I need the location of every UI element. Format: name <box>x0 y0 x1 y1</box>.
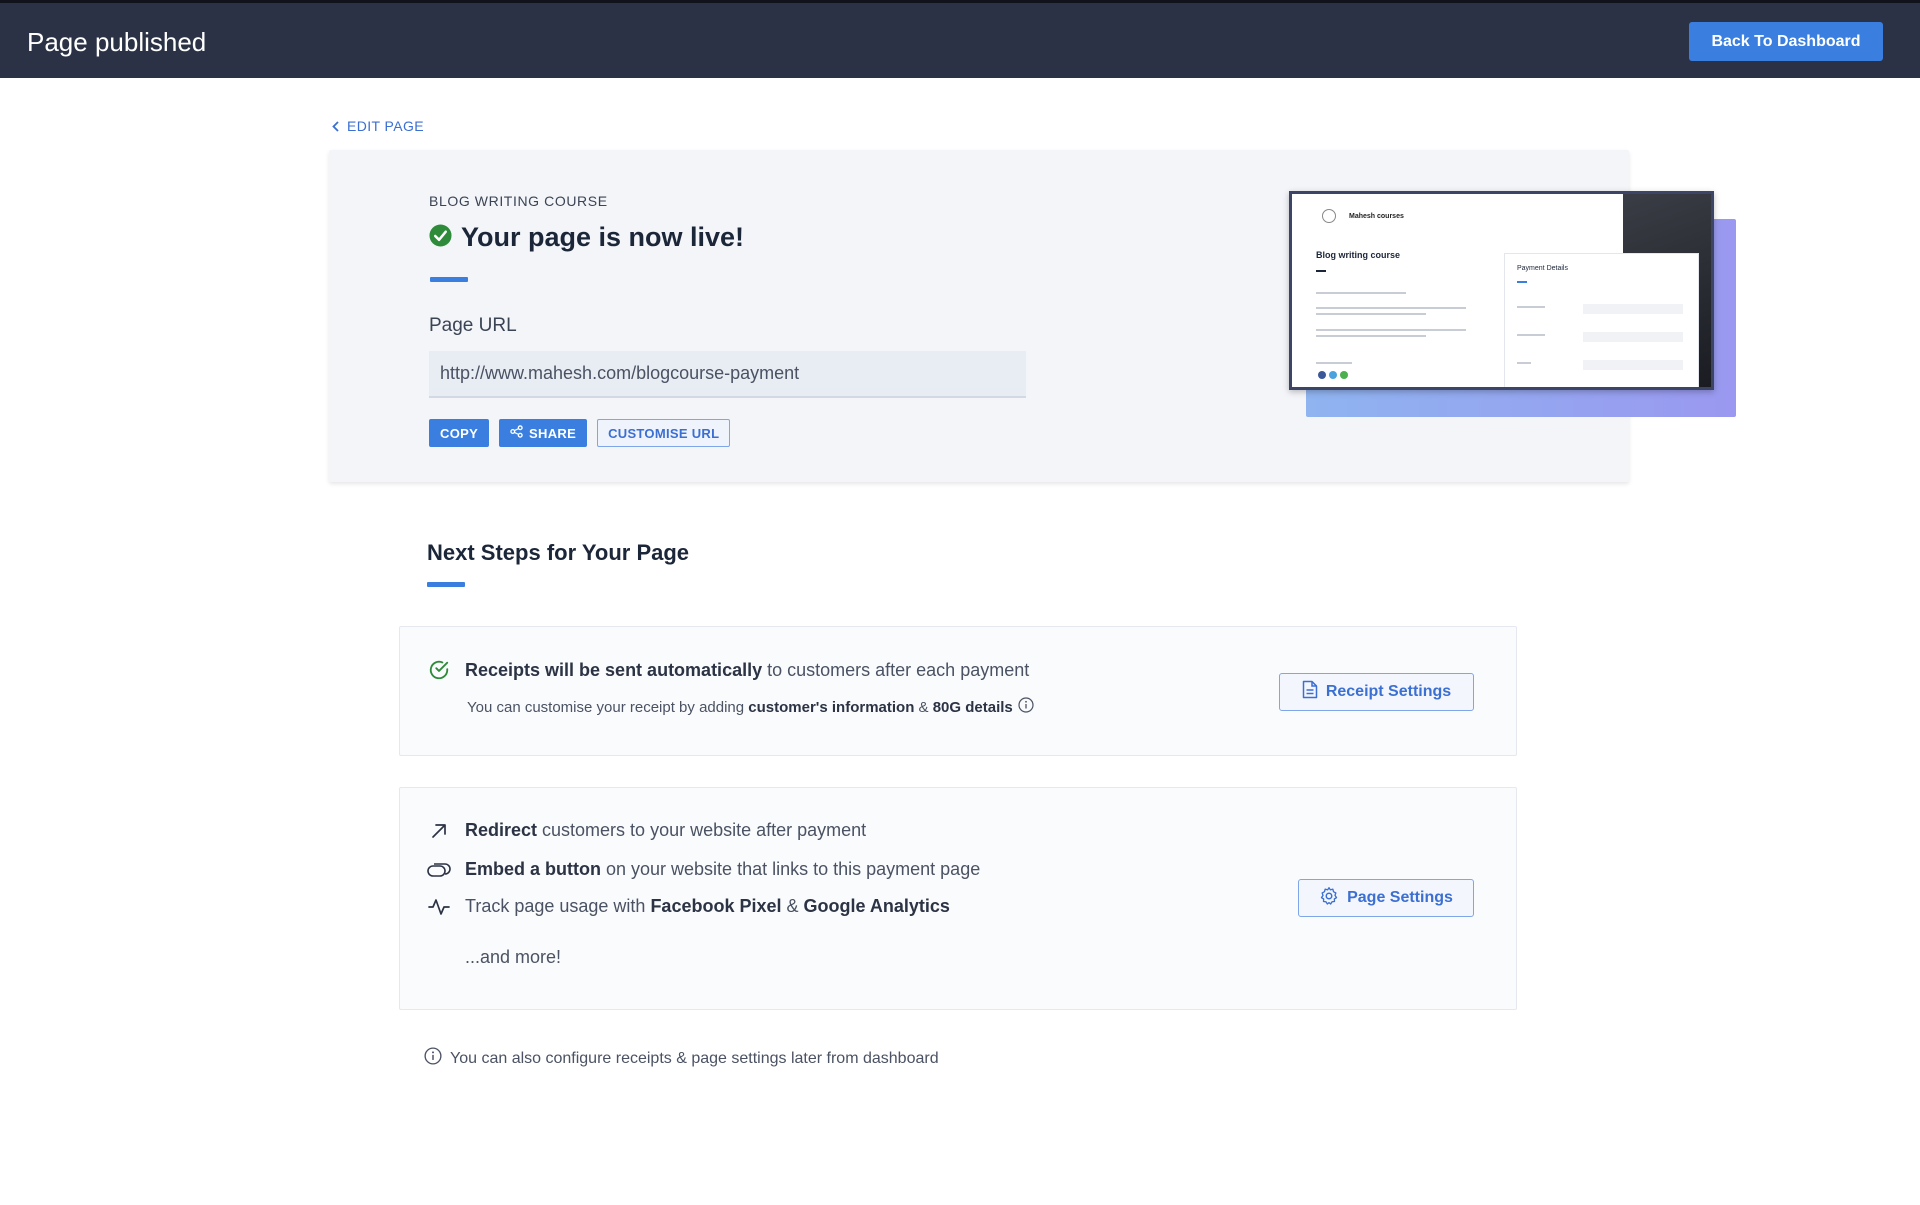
receipts-text: Receipts will be sent automatically to c… <box>465 659 1030 680</box>
embed-text: Embed a button on your website that link… <box>465 859 981 879</box>
info-icon <box>424 1047 442 1070</box>
activity-icon <box>427 898 451 916</box>
facebook-icon <box>1318 371 1326 379</box>
top-bar: Page published Back To Dashboard <box>0 0 1920 78</box>
receipt-settings-label: Receipt Settings <box>1325 683 1452 700</box>
page-url-field[interactable] <box>429 351 1026 398</box>
chevron-left-icon <box>332 120 339 132</box>
preview-share-icons <box>1318 371 1348 379</box>
preview-text-line <box>1316 313 1426 315</box>
preview-field <box>1583 332 1683 342</box>
preview-field-label <box>1517 362 1531 364</box>
next-steps-accent-bar <box>427 582 465 587</box>
document-icon <box>1302 680 1318 704</box>
preview-field-label <box>1517 306 1545 308</box>
whatsapp-icon <box>1340 371 1348 379</box>
preview-field-label <box>1517 334 1545 336</box>
receipts-row: Receipts will be sent automatically to c… <box>427 659 1029 681</box>
track-row: Track page usage with Facebook Pixel & G… <box>427 896 950 917</box>
and-more-text: ...and more! <box>465 947 562 967</box>
twitter-icon <box>1329 371 1337 379</box>
receipt-settings-button[interactable]: Receipt Settings <box>1279 673 1474 711</box>
live-status: Your page is now live! <box>429 222 744 253</box>
edit-page-label: EDIT PAGE <box>347 118 424 134</box>
embed-row: Embed a button on your website that link… <box>427 859 980 880</box>
check-badge-icon <box>427 659 451 681</box>
page-preview-thumbnail: Mahesh courses Blog writing course Payme… <box>1289 191 1737 418</box>
track-text: Track page usage with Facebook Pixel & G… <box>465 896 950 916</box>
edit-page-link[interactable]: EDIT PAGE <box>332 118 424 134</box>
preview-logo-icon <box>1322 209 1336 223</box>
share-button[interactable]: SHARE <box>499 419 588 447</box>
receipts-subtext: You can customise your receipt by adding… <box>467 697 1034 717</box>
footnote: You can also configure receipts & page s… <box>424 1047 939 1070</box>
preview-text-line <box>1316 292 1406 294</box>
preview-field <box>1583 360 1683 370</box>
footnote-text: You can also configure receipts & page s… <box>450 1049 939 1067</box>
receipts-card: Receipts will be sent automatically to c… <box>399 626 1517 756</box>
redirect-text: Redirect customers to your website after… <box>465 820 867 840</box>
preview-field <box>1583 304 1683 314</box>
preview-text-line <box>1316 362 1352 364</box>
preview-frame: Mahesh courses Blog writing course Payme… <box>1289 191 1714 390</box>
page-settings-label: Page Settings <box>1347 889 1453 906</box>
preview-payment-header: Payment Details <box>1517 265 1568 272</box>
info-icon[interactable] <box>1018 697 1034 717</box>
page-url-label: Page URL <box>429 315 517 336</box>
back-to-dashboard-button[interactable]: Back To Dashboard <box>1689 22 1883 61</box>
preview-payment-panel: Payment Details <box>1504 253 1699 387</box>
customise-url-button[interactable]: CUSTOMISE URL <box>597 419 731 447</box>
gear-icon <box>1319 886 1339 911</box>
url-actions: COPY SHARE CUSTOMISE URL <box>429 419 731 447</box>
preview-text-line <box>1316 307 1466 309</box>
preview-text-line <box>1316 335 1426 337</box>
page-settings-button[interactable]: Page Settings <box>1298 879 1474 917</box>
course-name: BLOG WRITING COURSE <box>429 193 608 209</box>
check-circle-icon <box>429 223 452 252</box>
page-title: Page published <box>27 27 207 57</box>
page-settings-card: Redirect customers to your website after… <box>399 787 1517 1010</box>
redirect-row: Redirect customers to your website after… <box>427 820 866 841</box>
preview-accent <box>1316 270 1326 272</box>
arrow-up-right-icon <box>427 823 451 839</box>
next-steps-title: Next Steps for Your Page <box>427 540 690 565</box>
preview-brand: Mahesh courses <box>1349 213 1404 220</box>
title-accent-bar <box>430 277 468 282</box>
embed-button-icon <box>427 861 451 879</box>
share-label: SHARE <box>529 425 577 441</box>
live-status-text: Your page is now live! <box>461 222 745 252</box>
preview-text-line <box>1316 329 1466 331</box>
share-icon <box>510 425 523 441</box>
copy-button[interactable]: COPY <box>429 419 490 447</box>
preview-accent <box>1517 281 1527 283</box>
preview-title: Blog writing course <box>1316 250 1401 260</box>
